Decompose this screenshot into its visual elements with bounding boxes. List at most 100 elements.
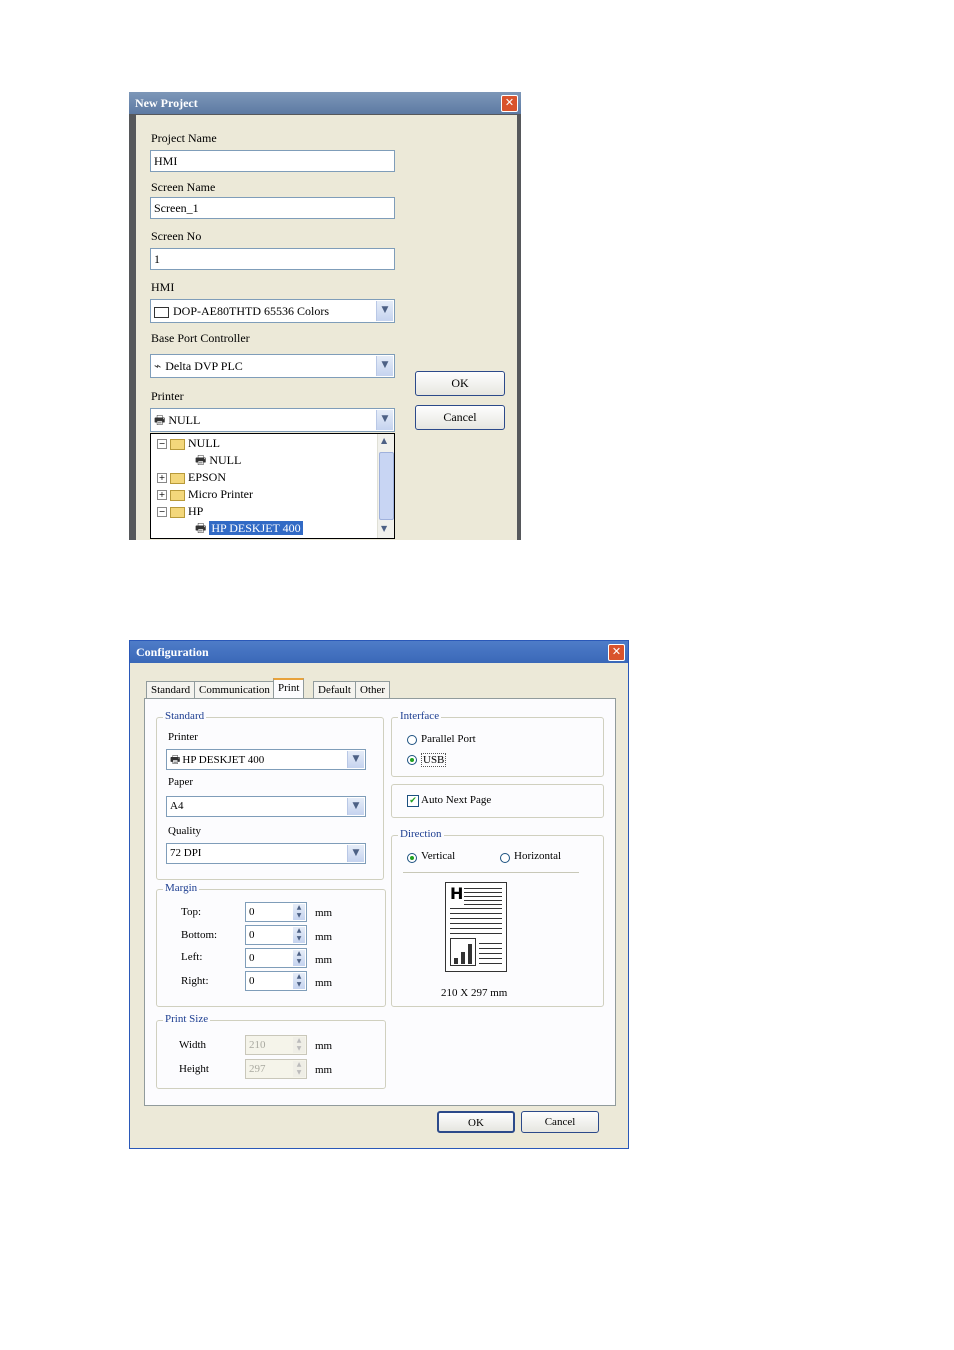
tree-scrollbar[interactable]: ▲ ▼ xyxy=(377,434,394,538)
printer-icon: 🖶 xyxy=(170,753,181,766)
tree-item[interactable]: 🖶 NULL xyxy=(195,452,241,468)
spin-down-icon: ▼ xyxy=(296,1069,302,1076)
spin-down-icon[interactable]: ▼ xyxy=(297,958,302,965)
ok-button[interactable]: OK xyxy=(415,371,505,396)
collapse-icon[interactable]: − xyxy=(157,439,167,450)
paper-value: A4 xyxy=(170,800,184,812)
tree-item-selected[interactable]: 🖶 HP DESKJET 400 xyxy=(195,520,303,536)
close-button[interactable]: ✕ xyxy=(608,644,625,661)
tree-item[interactable]: + EPSON xyxy=(157,469,226,485)
tab-other[interactable]: Other xyxy=(355,681,391,698)
horizontal-radio[interactable] xyxy=(500,853,510,863)
height-value: 297 xyxy=(249,1063,266,1075)
usb-label[interactable]: USB xyxy=(421,753,447,767)
hmi-label: HMI xyxy=(151,280,175,294)
folder-icon xyxy=(170,472,185,484)
base-port-value: Delta DVP PLC xyxy=(165,359,243,373)
printer-label: Printer xyxy=(168,731,198,743)
spin-arrows-icon[interactable]: ▲ ▼ xyxy=(293,950,305,966)
screen-name-label: Screen Name xyxy=(151,180,216,194)
height-input: 297 ▲ ▼ xyxy=(245,1059,307,1079)
parallel-port-radio[interactable] xyxy=(407,735,417,745)
chevron-down-icon[interactable]: ▼ xyxy=(376,356,393,376)
paper-select[interactable]: A4 ▼ xyxy=(166,796,366,817)
horizontal-label[interactable]: Horizontal xyxy=(514,850,561,862)
spin-up-icon: ▲ xyxy=(296,1037,302,1044)
printer-select[interactable]: 🖶 NULL ▼ xyxy=(150,408,395,432)
tree-item-label: HP xyxy=(188,504,204,518)
collapse-icon[interactable]: − xyxy=(157,507,167,518)
chevron-down-icon[interactable]: ▼ xyxy=(347,798,364,815)
chevron-down-icon[interactable]: ▼ xyxy=(376,410,393,430)
printer-select[interactable]: 🖶 HP DESKJET 400 ▼ xyxy=(166,749,366,770)
screen-no-value: 1 xyxy=(154,252,160,266)
spin-up-icon[interactable]: ▲ xyxy=(297,973,302,980)
spin-arrows-icon[interactable]: ▲ ▼ xyxy=(293,904,305,920)
auto-next-page-checkbox[interactable]: ✔ xyxy=(407,795,419,807)
standard-group-title: Standard xyxy=(163,710,207,722)
scroll-up-icon[interactable]: ▲ xyxy=(381,436,387,445)
chevron-down-icon[interactable]: ▼ xyxy=(347,751,364,768)
page-preview-lines xyxy=(479,943,502,944)
hmi-select[interactable]: DOP-AE80THTD 65536 Colors ▼ xyxy=(150,299,395,323)
cancel-button[interactable]: Cancel xyxy=(415,405,505,430)
direction-divider xyxy=(403,872,579,873)
interface-group-title: Interface xyxy=(398,710,442,722)
tab-standard[interactable]: Standard xyxy=(146,681,196,698)
spin-up-icon[interactable]: ▲ xyxy=(297,927,302,934)
dialog-title: Configuration xyxy=(136,645,209,659)
new-project-title-bar[interactable]: New Project ✕ xyxy=(129,92,521,114)
spin-arrows-icon[interactable]: ▲ ▼ xyxy=(293,973,305,989)
chevron-down-icon[interactable]: ▼ xyxy=(376,301,393,321)
project-name-input[interactable]: HMI xyxy=(150,150,395,172)
quality-select[interactable]: 72 DPI ▼ xyxy=(166,843,366,864)
margin-bottom-label: Bottom: xyxy=(181,929,218,941)
configuration-title-bar[interactable]: Configuration ✕ xyxy=(130,641,628,663)
expand-icon[interactable]: + xyxy=(157,473,167,484)
printer-tree-dropdown[interactable]: − NULL 🖶 NULL + EPSON + Micro Printer − HP 🖶 H… xyxy=(150,433,395,539)
margin-right-unit: mm xyxy=(315,977,333,989)
dialog-title: New Project xyxy=(135,96,198,110)
tab-default[interactable]: Default xyxy=(313,681,356,698)
margin-top-input[interactable]: 0 ▲ ▼ xyxy=(245,902,307,922)
tree-item[interactable]: − HP xyxy=(157,503,203,519)
spin-arrows-icon[interactable]: ▲ ▼ xyxy=(293,927,305,943)
spin-up-icon[interactable]: ▲ xyxy=(297,950,302,957)
tree-item[interactable]: − NULL xyxy=(157,435,220,451)
margin-left-input[interactable]: 0 ▲ ▼ xyxy=(245,948,307,968)
tab-print[interactable]: Print xyxy=(273,678,305,699)
scroll-down-icon[interactable]: ▼ xyxy=(381,524,387,533)
tree-item[interactable]: + Micro Printer xyxy=(157,486,253,502)
parallel-port-label[interactable]: Parallel Port xyxy=(421,733,476,745)
spin-down-icon[interactable]: ▼ xyxy=(297,935,302,942)
width-input: 210 ▲ ▼ xyxy=(245,1035,307,1055)
ok-button[interactable]: OK xyxy=(437,1111,515,1133)
margin-left-unit: mm xyxy=(315,954,333,966)
spin-down-icon[interactable]: ▼ xyxy=(297,981,302,988)
chevron-down-icon[interactable]: ▼ xyxy=(347,845,364,862)
spin-up-icon[interactable]: ▲ xyxy=(297,904,302,911)
spin-down-icon[interactable]: ▼ xyxy=(297,912,302,919)
screen-no-input[interactable]: 1 xyxy=(150,248,395,270)
spin-arrows-icon: ▲ ▼ xyxy=(293,1061,305,1077)
auto-next-page-label[interactable]: Auto Next Page xyxy=(421,794,491,806)
expand-icon[interactable]: + xyxy=(157,490,167,501)
vertical-radio[interactable] xyxy=(407,853,417,863)
margin-right-input[interactable]: 0 ▲ ▼ xyxy=(245,971,307,991)
base-port-select[interactable]: ⌁ Delta DVP PLC ▼ xyxy=(150,354,395,378)
printer-icon: 🖶 xyxy=(195,453,207,467)
spin-arrows-icon: ▲ ▼ xyxy=(293,1037,305,1053)
margin-bottom-value: 0 xyxy=(249,929,255,941)
margin-bottom-input[interactable]: 0 ▲ ▼ xyxy=(245,925,307,945)
usb-radio[interactable] xyxy=(407,755,417,765)
scroll-thumb[interactable] xyxy=(379,452,394,520)
close-button[interactable]: ✕ xyxy=(501,95,518,112)
margin-right-label: Right: xyxy=(181,975,209,987)
screen-name-input[interactable]: Screen_1 xyxy=(150,197,395,219)
vertical-label[interactable]: Vertical xyxy=(421,850,455,862)
cancel-button[interactable]: Cancel xyxy=(521,1111,599,1133)
tab-communication[interactable]: Communication xyxy=(194,681,275,698)
quality-label: Quality xyxy=(168,825,201,837)
margin-group-title: Margin xyxy=(163,882,200,894)
page-preview-lines xyxy=(450,908,502,909)
